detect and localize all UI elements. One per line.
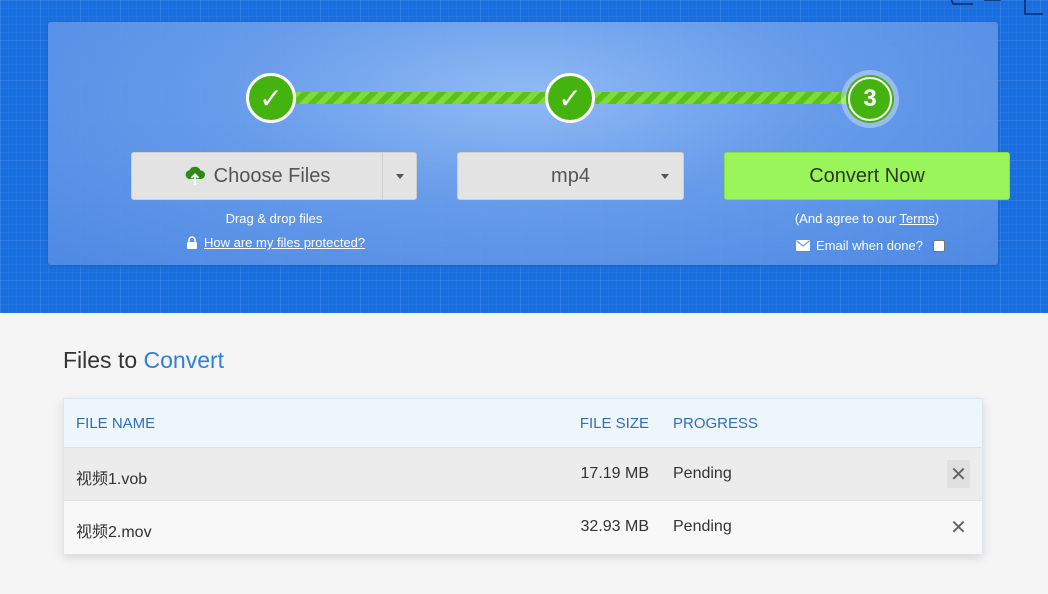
caret-down-icon: [395, 173, 404, 179]
decorative-sketch-icon: [950, 0, 1043, 15]
table-header: FILE NAME FILE SIZE PROGRESS: [64, 399, 982, 448]
header-progress: PROGRESS: [673, 415, 759, 432]
upload-cloud-icon: [185, 166, 205, 185]
progress-cell: Pending: [673, 465, 732, 482]
check-icon: ✓: [558, 82, 582, 114]
step-number: 3: [863, 85, 877, 112]
choose-files-label: Choose Files: [213, 164, 331, 187]
format-value: mp4: [551, 164, 590, 187]
remove-file-button[interactable]: ✕: [947, 513, 970, 541]
convert-now-button[interactable]: Convert Now: [724, 152, 1010, 200]
file-protection-link[interactable]: How are my files protected?: [204, 235, 365, 250]
header-file-name: FILE NAME: [76, 415, 156, 432]
terms-link[interactable]: Terms: [899, 211, 934, 226]
file-protection-link-row: How are my files protected?: [186, 235, 365, 250]
step-3-current: 3: [841, 70, 899, 128]
format-select[interactable]: mp4: [457, 152, 684, 200]
step-2-complete: ✓: [545, 73, 595, 123]
section-title-prefix: Files to: [63, 347, 144, 373]
choose-files-button[interactable]: Choose Files: [131, 152, 417, 200]
lock-icon: [187, 236, 197, 249]
files-table: FILE NAME FILE SIZE PROGRESS 视频1.vob 17.…: [63, 398, 983, 554]
envelope-icon: [796, 240, 810, 251]
table-row: 视频1.vob 17.19 MB Pending ✕: [64, 448, 982, 501]
section-title: Files to Convert: [63, 347, 224, 374]
progress-cell: Pending: [673, 518, 732, 535]
conversion-panel: ✓ ✓ 3 Choose Files mp4 Convert Now Drag …: [48, 22, 1010, 265]
header-file-size: FILE SIZE: [579, 415, 649, 432]
hero-banner: ✓ ✓ 3 Choose Files mp4 Convert Now Drag …: [0, 0, 1048, 313]
file-name-cell: 视频2.mov: [76, 524, 152, 541]
remove-file-button[interactable]: ✕: [947, 460, 970, 488]
progress-line-2: [594, 92, 846, 104]
email-label: Email when done?: [816, 238, 923, 253]
choose-files-dropdown[interactable]: [382, 153, 416, 199]
terms-prefix: (And agree to our: [794, 211, 900, 226]
email-when-done-row: Email when done?: [796, 238, 945, 253]
convert-now-label: Convert Now: [809, 164, 925, 187]
email-checkbox[interactable]: [932, 239, 945, 252]
caret-down-icon: [661, 174, 669, 179]
terms-agreement: (And agree to our Terms): [724, 211, 1010, 226]
drag-drop-hint: Drag & drop files: [225, 211, 323, 226]
table-row: 视频2.mov 32.93 MB Pending ✕: [64, 501, 982, 554]
check-icon: ✓: [259, 82, 283, 114]
terms-suffix: ): [934, 211, 940, 226]
step-1-complete: ✓: [246, 73, 296, 123]
section-title-accent: Convert: [143, 347, 225, 373]
file-name-cell: 视频1.vob: [76, 471, 148, 488]
progress-line-1: [294, 92, 548, 104]
file-size-cell: 17.19 MB: [580, 465, 649, 482]
file-size-cell: 32.93 MB: [580, 518, 649, 535]
choose-files-main[interactable]: Choose Files: [132, 153, 382, 199]
